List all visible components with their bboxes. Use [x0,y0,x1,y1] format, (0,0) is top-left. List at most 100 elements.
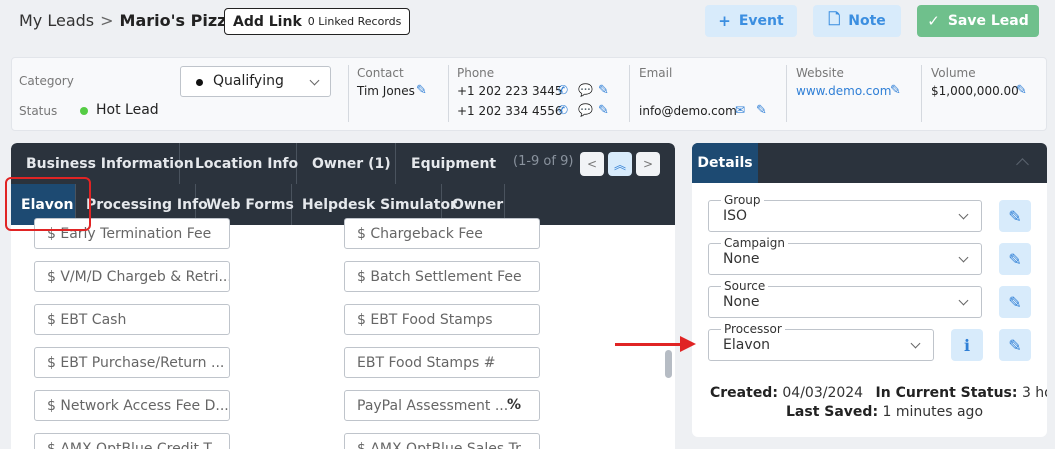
contact-label: Contact [357,66,404,80]
tab-details[interactable]: Details [692,143,758,183]
batch-settlement-fee-field[interactable]: $ Batch Settlement Fee [344,261,540,292]
contact-value[interactable]: Tim Jones [357,84,415,98]
ebt-food-stamps-field[interactable]: $ EBT Food Stamps [344,304,540,335]
edit-contact-pencil-icon[interactable]: ✎ [416,83,427,98]
category-select[interactable]: Qualifying [180,66,331,97]
breadcrumb: My Leads > Mario's Pizza [19,11,237,30]
edit-phone-pencil-icon[interactable]: ✎ [598,83,609,98]
chevron-left-icon[interactable]: < [580,152,604,176]
group-select[interactable]: Group ISO [708,193,982,232]
edit-volume-pencil-icon[interactable]: ✎ [1016,83,1027,98]
phone-2[interactable]: +1 202 334 4556 [457,104,562,118]
tab-location-info[interactable]: Location Info [180,143,298,184]
paypal-assessment-field[interactable]: PayPal Assessment ... % [344,390,540,421]
plus-icon: + [718,12,731,30]
ebt-purchase-return-field[interactable]: $ EBT Purchase/Return ... [34,347,230,378]
info-icon[interactable]: ℹ [951,329,983,361]
edit-phone-pencil-icon[interactable]: ✎ [598,103,609,118]
chargeback-retrieval-field[interactable]: $ V/M/D Chargeb & Retri... [34,261,230,292]
email-value[interactable]: info@demo.com [639,104,737,118]
category-label: Category [19,74,74,88]
phone-label: Phone [457,66,495,80]
scrollbar-thumb[interactable] [665,350,672,378]
edit-processor-icon[interactable]: ✎ [999,329,1031,361]
divider [786,65,787,122]
chevron-down-icon [958,295,969,306]
double-chevron-up-icon[interactable]: ︽ [608,152,632,176]
save-label: Save Lead [947,13,1029,29]
chevron-right-icon[interactable]: > [636,152,660,176]
ebt-cash-field[interactable]: $ EBT Cash [34,304,230,335]
network-access-fee-field[interactable]: $ Network Access Fee D... [34,390,230,421]
edit-source-icon[interactable]: ✎ [999,286,1031,318]
note-label: Note [848,13,886,29]
group-label: Group [721,193,764,207]
phone-1[interactable]: +1 202 223 3445 [457,84,562,98]
add-link-label: Add Link [233,13,302,30]
details-panel: Details Group ISO ✎ Campaign None ✎ Sour… [692,143,1047,437]
amx-optblue-sales-field[interactable]: $ AMX OptBlue Sales Tr... [344,433,540,449]
percent-suffix: % [506,397,521,413]
campaign-select[interactable]: Campaign None [708,236,982,275]
created-meta: Created: 04/03/2024 In Current Status: 3… [710,385,1047,401]
event-button[interactable]: + Event [705,5,797,37]
current-status-value: 3 hours [1021,385,1047,401]
phone-call-icon[interactable]: ✆ [558,103,568,117]
processor-value: Elavon [723,337,771,353]
save-lead-button[interactable]: ✓ Save Lead [917,5,1039,37]
processor-label: Processor [721,322,785,336]
tab-bar-primary: Business Information Location Info Owner… [11,143,675,184]
sms-icon[interactable]: 💬 [578,83,593,97]
source-value: None [723,294,760,310]
divider [348,65,349,122]
paypal-assessment-placeholder: PayPal Assessment ... [357,397,509,414]
edit-group-icon[interactable]: ✎ [999,200,1031,232]
linked-records-count: 0 Linked Records [307,15,402,28]
page-title: Mario's Pizza [119,11,238,30]
chevron-down-icon [910,338,921,349]
last-saved-value: 1 minutes ago [882,404,984,420]
volume-label: Volume [931,66,976,80]
divider [629,65,630,122]
edit-email-pencil-icon[interactable]: ✎ [756,103,767,118]
highlight-box-annotation [5,177,91,231]
ebt-food-stamps-number-field[interactable]: EBT Food Stamps # [344,347,540,378]
processor-select[interactable]: Processor Elavon [708,322,934,361]
created-value: 04/03/2024 [782,385,864,401]
details-header: Details [692,143,1047,183]
email-label: Email [639,66,673,80]
amx-optblue-credit-field[interactable]: $ AMX OptBlue Credit T... [34,433,230,449]
category-value: Qualifying [213,73,284,89]
volume-value: $1,000,000.00 [931,84,1019,98]
chevron-up-icon[interactable] [1016,158,1029,171]
phone-call-icon[interactable]: ✆ [558,83,568,97]
breadcrumb-root[interactable]: My Leads [19,11,94,30]
campaign-label: Campaign [721,236,788,250]
edit-campaign-icon[interactable]: ✎ [999,243,1031,275]
chevron-down-icon [309,75,320,86]
divider [448,65,449,122]
divider [921,65,922,122]
current-status-label: In Current Status: [875,385,1018,401]
tab-owner-count[interactable]: Owner (1) [297,143,396,184]
last-saved-meta: Last Saved: 1 minutes ago [786,404,983,420]
check-icon: ✓ [927,12,940,30]
add-link-button[interactable]: Add Link 0 Linked Records [224,8,411,35]
chevron-down-icon [958,209,969,220]
tab-equipment[interactable]: Equipment [396,143,496,184]
chargeback-fee-field[interactable]: $ Chargeback Fee [344,218,540,249]
arrowhead-annotation [680,336,696,352]
website-label: Website [796,66,844,80]
group-value: ISO [723,208,748,224]
sms-icon[interactable]: 💬 [578,103,593,117]
source-select[interactable]: Source None [708,279,982,318]
website-link[interactable]: www.demo.com [796,84,891,98]
event-label: Event [738,13,784,29]
status-label: Status [19,104,58,118]
arrow-annotation [615,343,681,346]
last-saved-label: Last Saved: [786,404,879,420]
edit-website-pencil-icon[interactable]: ✎ [890,83,901,98]
breadcrumb-separator: > [100,11,114,30]
mail-icon[interactable]: ✉ [735,103,745,117]
note-button[interactable]: 🗋 Note [813,5,901,37]
